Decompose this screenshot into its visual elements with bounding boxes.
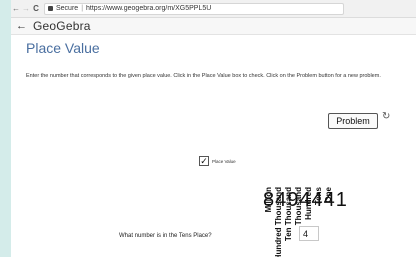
place-value-label: Place Value <box>212 158 236 164</box>
app-back-arrow-icon[interactable]: ← <box>16 20 27 32</box>
question-text: What number is in the Tens Place? <box>119 233 212 239</box>
lock-icon <box>48 6 53 11</box>
instructions-text: Enter the number that corresponds to the… <box>26 73 381 79</box>
reload-icon[interactable]: C <box>31 4 41 13</box>
url-text[interactable]: https://www.geogebra.org/m/XG5PPL5U <box>86 5 211 12</box>
address-bar[interactable]: Secure | https://www.geogebra.org/m/XG5P… <box>44 2 344 15</box>
place-value-checkbox[interactable]: ✓ <box>199 156 209 166</box>
page-title: Place Value <box>26 40 100 56</box>
back-arrow-icon[interactable]: ← <box>11 4 21 13</box>
browser-toolbar: ← → C Secure | https://www.geogebra.org/… <box>11 0 416 18</box>
number-display: 8494441 <box>263 189 348 211</box>
problem-button[interactable]: Problem <box>328 113 378 129</box>
secure-label: Secure <box>56 5 79 12</box>
answer-input[interactable] <box>299 226 319 241</box>
address-separator: | <box>81 5 84 12</box>
refresh-icon[interactable]: ↻ <box>382 112 390 122</box>
place-value-toggle[interactable]: ✓ Place Value <box>199 156 236 166</box>
app-header: ← GeoGebra <box>11 18 416 35</box>
browser-window: ← → C Secure | https://www.geogebra.org/… <box>11 0 416 257</box>
forward-arrow-icon[interactable]: → <box>21 4 31 13</box>
brand-logo[interactable]: GeoGebra <box>33 19 91 33</box>
